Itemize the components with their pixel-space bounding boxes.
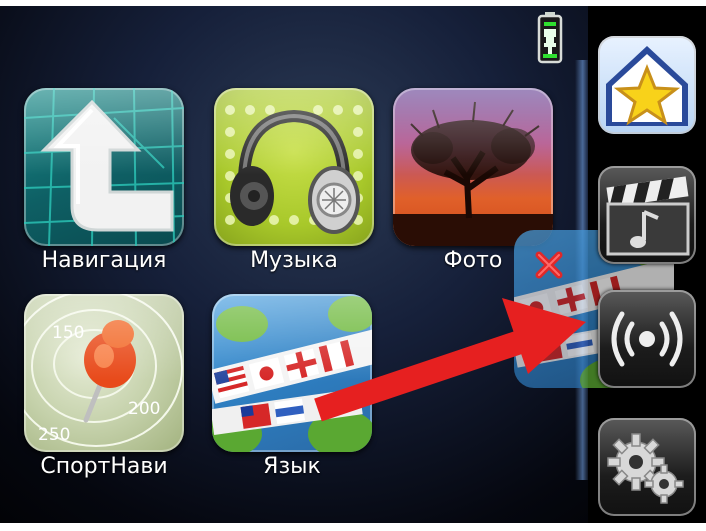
contour-label-250: 250 xyxy=(38,425,70,445)
star-icon xyxy=(606,46,688,126)
wireless-signal-icon xyxy=(611,311,683,367)
app-music[interactable]: Музыка xyxy=(214,88,374,278)
app-label: Навигация xyxy=(41,248,167,273)
navigation-icon xyxy=(24,88,184,246)
home-favorite-button[interactable] xyxy=(598,36,696,134)
contour-label-200: 200 xyxy=(128,399,160,419)
app-sportnavi[interactable]: 150 200 250 СпортНави xyxy=(24,294,184,484)
photo-tree-icon xyxy=(393,88,553,246)
clapperboard-icon xyxy=(606,176,690,256)
close-icon[interactable] xyxy=(534,250,564,280)
media-button[interactable] xyxy=(598,166,696,264)
contour-label-150: 150 xyxy=(52,323,84,343)
settings-button[interactable] xyxy=(598,418,696,516)
pushpin-map-icon: 150 200 250 xyxy=(24,294,184,452)
gears-icon xyxy=(607,433,684,504)
app-label: СпортНави xyxy=(40,454,168,479)
app-label: Музыка xyxy=(250,248,338,273)
app-label: Язык xyxy=(263,454,321,479)
app-language[interactable]: Язык xyxy=(212,294,372,484)
wireless-button[interactable] xyxy=(598,290,696,388)
language-flags-icon xyxy=(212,294,372,452)
device-screen: Навигация Музыка Фото 150 200 250 СпортН… xyxy=(0,0,706,531)
app-navigation[interactable]: Навигация xyxy=(24,88,184,278)
headphones-icon xyxy=(214,88,374,246)
battery-charging-icon xyxy=(537,12,563,64)
